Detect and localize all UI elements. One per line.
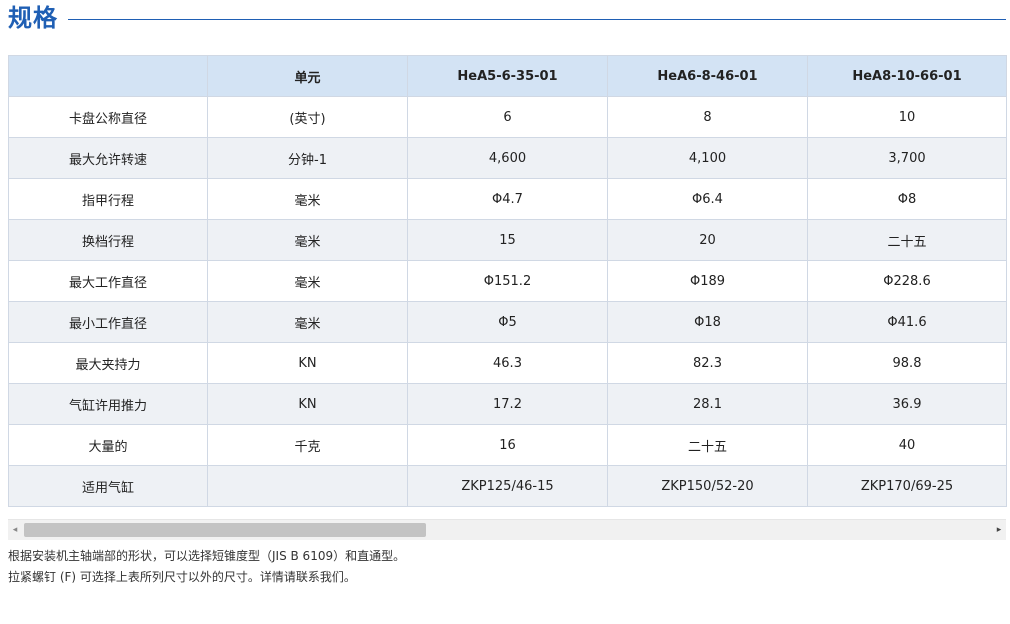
table-cell: Φ4.7	[407, 178, 608, 220]
table-row: 最小工作直径 毫米 Φ5 Φ18 Φ41.6	[8, 301, 1007, 343]
table-cell: Φ5	[407, 301, 608, 343]
row-label: 气缸许用推力	[8, 383, 208, 425]
table-cell: 20	[607, 219, 808, 261]
row-label: 换档行程	[8, 219, 208, 261]
table-cell: 17.2	[407, 383, 608, 425]
table-cell: 36.9	[807, 383, 1007, 425]
table-cell: Φ8	[807, 178, 1007, 220]
notes: 根据安装机主轴端部的形状，可以选择短锥度型（JIS B 6109）和直通型。 拉…	[8, 546, 405, 588]
table-cell: 3,700	[807, 137, 1007, 179]
spec-table: 单元 HeA5-6-35-01 HeA6-8-46-01 HeA8-10-66-…	[8, 55, 1007, 507]
table-cell: 千克	[207, 424, 408, 466]
table-row: 换档行程 毫米 15 20 二十五	[8, 219, 1007, 261]
table-row: 卡盘公称直径 (英寸) 6 8 10	[8, 96, 1007, 138]
table-cell: Φ189	[607, 260, 808, 302]
table-cell: 4,100	[607, 137, 808, 179]
table-row: 适用气缸 ZKP125/46-15 ZKP150/52-20 ZKP170/69-25	[8, 465, 1007, 507]
row-label: 最大工作直径	[8, 260, 208, 302]
table-cell: 10	[807, 96, 1007, 138]
row-label: 最大允许转速	[8, 137, 208, 179]
table-row: 最大允许转速 分钟-1 4,600 4,100 3,700	[8, 137, 1007, 179]
column-header: HeA6-8-46-01	[607, 55, 808, 97]
scroll-left-icon[interactable]: ◂	[8, 520, 22, 540]
row-label: 适用气缸	[8, 465, 208, 507]
column-header	[8, 55, 208, 97]
table-row: 最大夹持力 KN 46.3 82.3 98.8	[8, 342, 1007, 384]
table-cell: Φ151.2	[407, 260, 608, 302]
table-cell: 40	[807, 424, 1007, 466]
table-cell: (英寸)	[207, 96, 408, 138]
table-row: 指甲行程 毫米 Φ4.7 Φ6.4 Φ8	[8, 178, 1007, 220]
section-header: 规格	[8, 0, 1006, 36]
row-label: 卡盘公称直径	[8, 96, 208, 138]
table-cell	[207, 465, 408, 507]
row-label: 指甲行程	[8, 178, 208, 220]
table-cell: 82.3	[607, 342, 808, 384]
scroll-right-icon[interactable]: ▸	[992, 520, 1006, 540]
table-cell: Φ18	[607, 301, 808, 343]
table-cell: KN	[207, 383, 408, 425]
table-header-row: 单元 HeA5-6-35-01 HeA6-8-46-01 HeA8-10-66-…	[8, 55, 1007, 97]
table-cell: 二十五	[607, 424, 808, 466]
table-cell: 二十五	[807, 219, 1007, 261]
table-cell: 分钟-1	[207, 137, 408, 179]
table-cell: Φ41.6	[807, 301, 1007, 343]
title-divider	[68, 18, 1006, 20]
table-row: 最大工作直径 毫米 Φ151.2 Φ189 Φ228.6	[8, 260, 1007, 302]
note-line: 根据安装机主轴端部的形状，可以选择短锥度型（JIS B 6109）和直通型。	[8, 549, 406, 563]
horizontal-scrollbar[interactable]: ◂ ▸	[8, 519, 1006, 540]
row-label: 最小工作直径	[8, 301, 208, 343]
column-header: HeA5-6-35-01	[407, 55, 608, 97]
column-header: HeA8-10-66-01	[807, 55, 1007, 97]
table-row: 大量的 千克 16 二十五 40	[8, 424, 1007, 466]
table-cell: 8	[607, 96, 808, 138]
table-cell: 毫米	[207, 260, 408, 302]
table-cell: 毫米	[207, 219, 408, 261]
table-cell: KN	[207, 342, 408, 384]
table-row: 气缸许用推力 KN 17.2 28.1 36.9	[8, 383, 1007, 425]
table-cell: Φ6.4	[607, 178, 808, 220]
table-cell: 毫米	[207, 178, 408, 220]
table-cell: 46.3	[407, 342, 608, 384]
scrollbar-thumb[interactable]	[24, 523, 426, 537]
table-cell: ZKP150/52-20	[607, 465, 808, 507]
table-cell: 15	[407, 219, 608, 261]
table-cell: 4,600	[407, 137, 608, 179]
row-label: 大量的	[8, 424, 208, 466]
table-cell: ZKP170/69-25	[807, 465, 1007, 507]
note-line: 拉紧螺钉 (F) 可选择上表所列尺寸以外的尺寸。详情请联系我们。	[8, 570, 356, 584]
table-cell: 6	[407, 96, 608, 138]
table-cell: 28.1	[607, 383, 808, 425]
table-cell: 毫米	[207, 301, 408, 343]
column-header: 单元	[207, 55, 408, 97]
page-title: 规格	[8, 4, 58, 32]
table-cell: 16	[407, 424, 608, 466]
table-cell: ZKP125/46-15	[407, 465, 608, 507]
table-cell: 98.8	[807, 342, 1007, 384]
table-cell: Φ228.6	[807, 260, 1007, 302]
row-label: 最大夹持力	[8, 342, 208, 384]
